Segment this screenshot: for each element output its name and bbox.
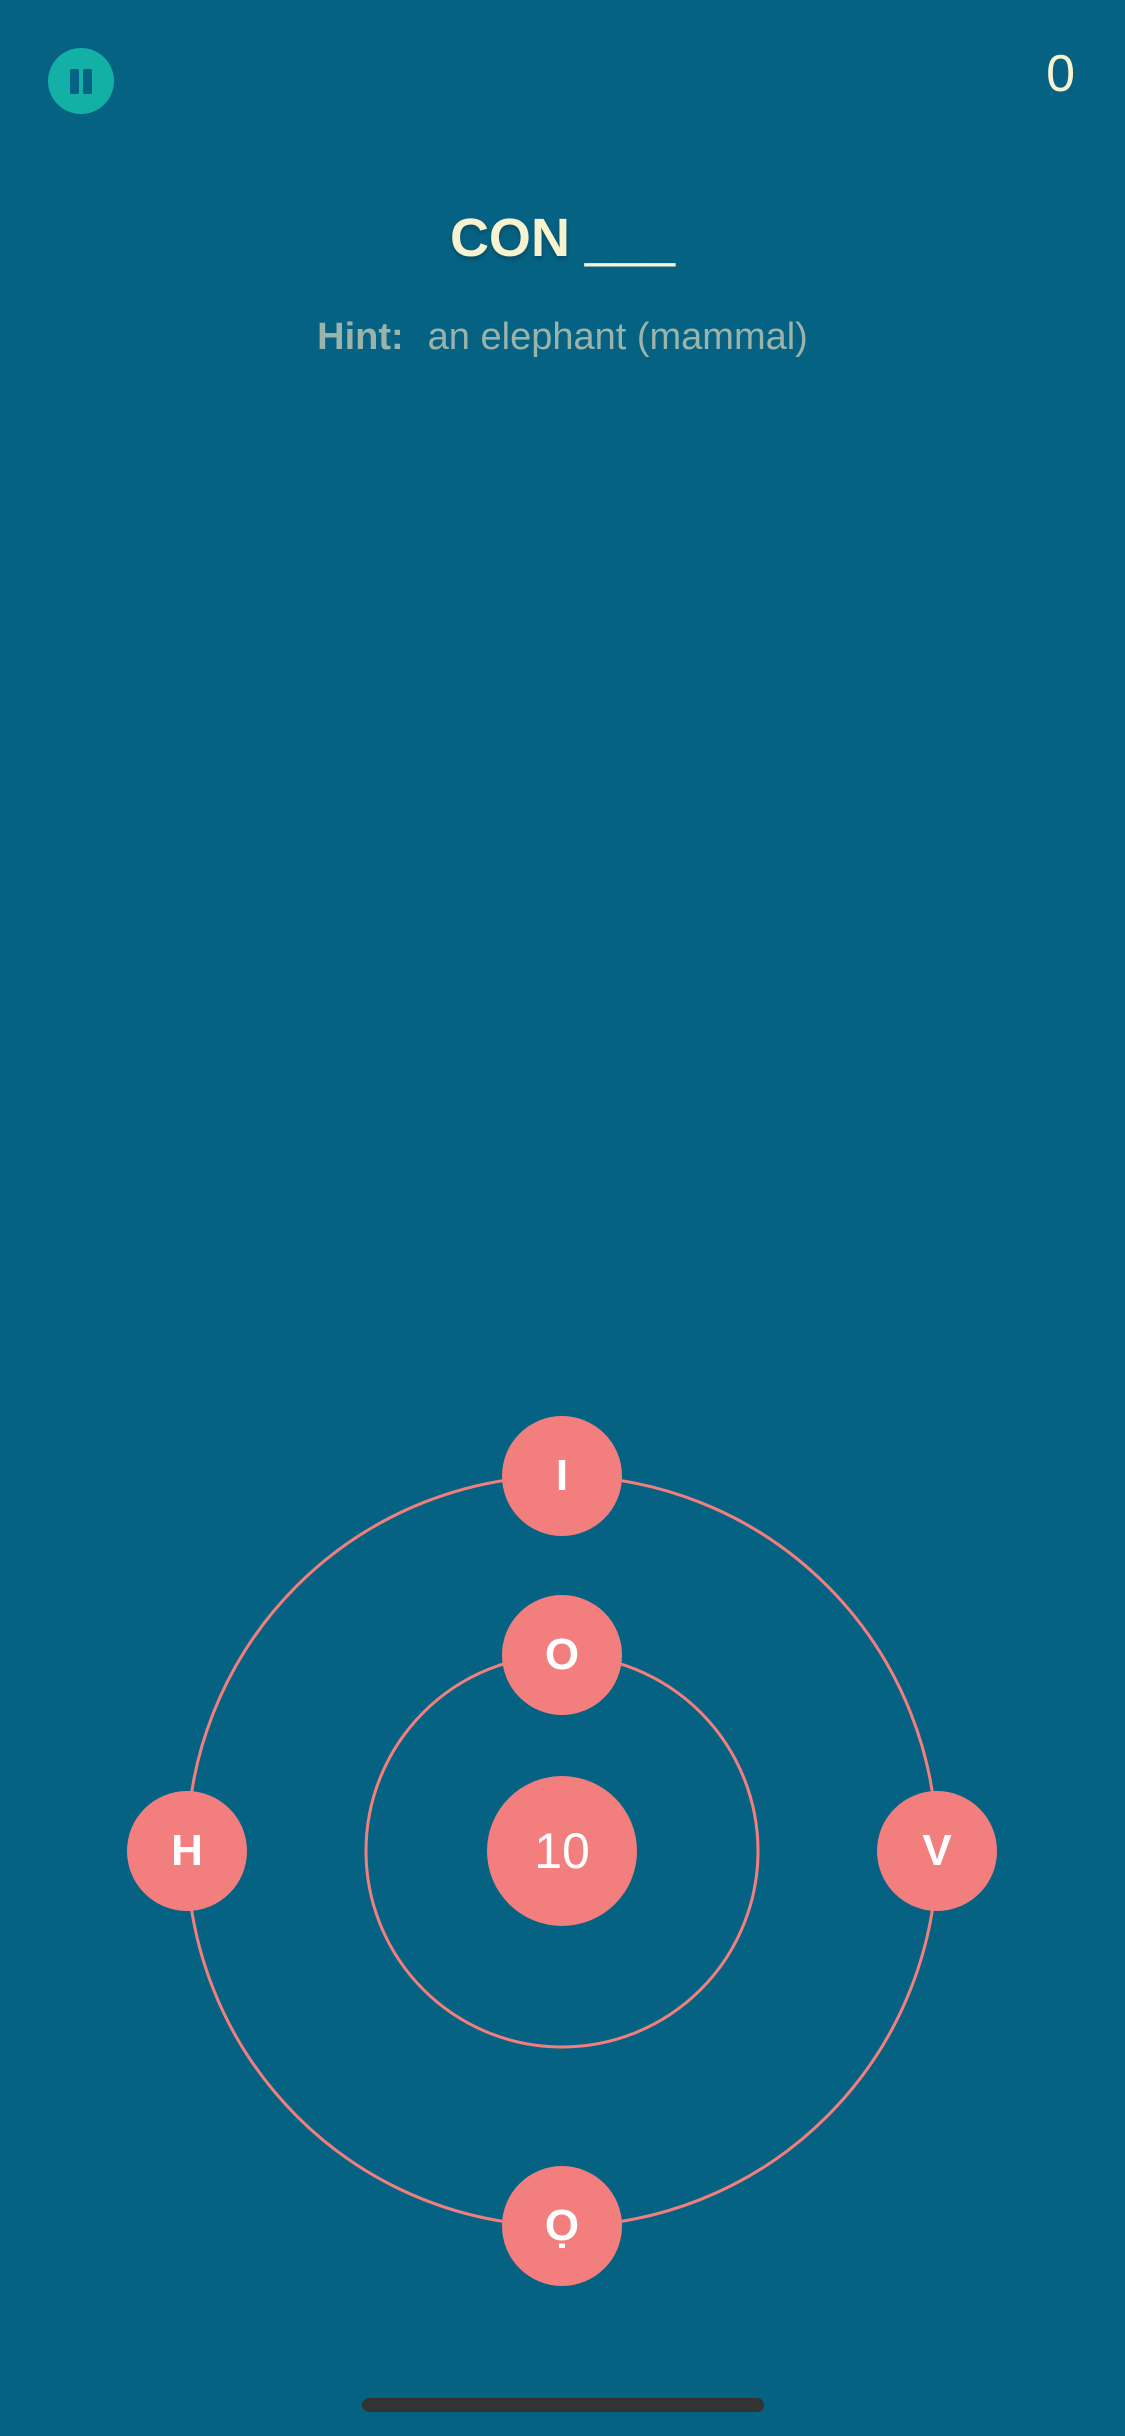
letter-node-right[interactable]: V (877, 1791, 997, 1911)
pause-button[interactable] (48, 48, 114, 114)
letter-node-top[interactable]: I (502, 1416, 622, 1536)
hint-text: an elephant (mammal) (427, 316, 808, 358)
hint-row: Hint: an elephant (mammal) (0, 314, 1125, 360)
score-counter: 0 (1046, 45, 1075, 103)
letter-node-inner-top[interactable]: O (502, 1595, 622, 1715)
hint-label: Hint: (317, 316, 404, 358)
pause-icon-bar (83, 69, 92, 94)
pause-icon (70, 69, 79, 94)
word-letters: CON (449, 208, 570, 268)
home-indicator[interactable] (362, 2398, 764, 2412)
center-counter: 10 (487, 1776, 637, 1926)
letter-node-left[interactable]: H (127, 1791, 247, 1911)
letter-node-bottom[interactable]: Ọ (502, 2166, 622, 2286)
orbit-rings (185, 1474, 939, 2228)
word-display: CON ___ (0, 208, 1125, 268)
word-blanks: ___ (569, 208, 676, 268)
